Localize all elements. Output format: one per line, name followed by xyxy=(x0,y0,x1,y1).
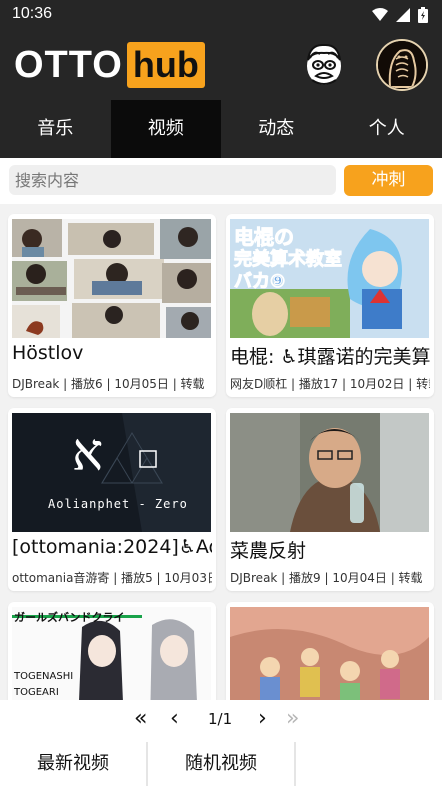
battery-icon xyxy=(418,7,428,23)
logo-hub-text: hub xyxy=(126,42,205,88)
latest-videos-button[interactable]: 最新视频 xyxy=(0,742,148,786)
main-tabs: 音乐 视频 动态 个人 xyxy=(0,100,442,158)
video-thumbnail: ガールズバンドクライ TOGENASHI TOGEARI xyxy=(12,607,211,700)
random-videos-button[interactable]: 随机视频 xyxy=(148,742,296,786)
video-thumbnail xyxy=(230,607,429,700)
video-meta: ottomania音游寄 | 播放5 | 10月03日 xyxy=(12,571,212,585)
search-input[interactable] xyxy=(9,165,336,195)
tab-feed[interactable]: 动态 xyxy=(221,100,332,158)
video-card[interactable]: א Aolianphet - Zero [ottomania:2024]♿Aol… xyxy=(8,408,216,591)
next-page-icon[interactable]: › xyxy=(258,706,267,731)
tab-music[interactable]: 音乐 xyxy=(0,100,111,158)
video-title: 菜農反射 xyxy=(230,540,307,562)
signal-icon xyxy=(396,8,410,22)
bottom-blank xyxy=(296,742,442,786)
status-icons xyxy=(372,7,428,23)
video-grid[interactable]: Höstlov DJBreak | 播放6 | 10月05日 | 转载 电棍の … xyxy=(0,204,442,700)
thumbnail-image xyxy=(230,607,429,700)
avatar-icon xyxy=(378,41,426,89)
video-title: Höstlov xyxy=(12,342,84,364)
video-card[interactable] xyxy=(226,602,434,700)
video-thumbnail xyxy=(230,413,429,532)
thumb-caption: Aolianphet - Zero xyxy=(48,497,188,511)
app-header: OTTO hub xyxy=(0,30,442,100)
logo-otto-text: OTTO xyxy=(14,43,123,86)
thumb-caption-3: バカ⑨ xyxy=(233,271,286,293)
status-time: 10:36 xyxy=(12,5,53,22)
search-bar: 冲刺 xyxy=(0,158,442,204)
video-card[interactable]: 菜農反射 DJBreak | 播放9 | 10月04日 | 转载 xyxy=(226,408,434,591)
app-logo[interactable]: OTTO hub xyxy=(14,42,205,88)
first-page-icon[interactable]: « xyxy=(134,706,147,731)
video-meta: DJBreak | 播放9 | 10月04日 | 转载 xyxy=(230,571,423,585)
video-card[interactable]: 电棍の 完美算术教室 バカ⑨ 电棍: ♿琪露诺的完美算术教室 网友D顺杠 | 播… xyxy=(226,214,434,397)
page-indicator: 1/1 xyxy=(208,710,233,728)
thumb-caption-1: ガールズバンドクライ xyxy=(14,611,125,624)
thumb-glyph: א xyxy=(72,423,104,483)
thumbnail-image xyxy=(12,219,211,338)
video-card[interactable]: Höstlov DJBreak | 播放6 | 10月05日 | 转载 xyxy=(8,214,216,397)
video-card[interactable]: ガールズバンドクライ TOGENASHI TOGEARI xyxy=(8,602,216,700)
meme-face-icon[interactable] xyxy=(300,40,348,88)
video-thumbnail xyxy=(12,219,211,338)
video-title: [ottomania:2024]♿Aolianphet xyxy=(12,536,212,558)
status-bar: 10:36 xyxy=(0,0,442,30)
prev-page-icon[interactable]: ‹ xyxy=(170,706,179,731)
tab-profile[interactable]: 个人 xyxy=(332,100,442,158)
search-button[interactable]: 冲刺 xyxy=(344,165,433,196)
wifi-icon xyxy=(372,8,388,21)
video-thumbnail: א Aolianphet - Zero xyxy=(12,413,211,532)
thumbnail-image xyxy=(12,413,211,532)
video-thumbnail: 电棍の 完美算术教室 バカ⑨ xyxy=(230,219,429,338)
pagination: « ‹ 1/1 › » xyxy=(0,700,442,742)
video-title: 电棍: ♿琪露诺的完美算术教室 xyxy=(230,346,430,368)
thumb-caption-3: TOGEARI xyxy=(14,687,59,698)
bottom-actions: 最新视频 随机视频 xyxy=(0,742,442,786)
thumbnail-image xyxy=(230,413,429,532)
user-avatar[interactable] xyxy=(376,39,428,91)
tab-video[interactable]: 视频 xyxy=(110,100,221,158)
thumb-caption-2: TOGENASHI xyxy=(14,671,74,682)
video-meta: 网友D顺杠 | 播放17 | 10月02日 | 转载 xyxy=(230,377,430,391)
last-page-icon[interactable]: » xyxy=(286,706,299,731)
video-meta: DJBreak | 播放6 | 10月05日 | 转载 xyxy=(12,377,205,391)
